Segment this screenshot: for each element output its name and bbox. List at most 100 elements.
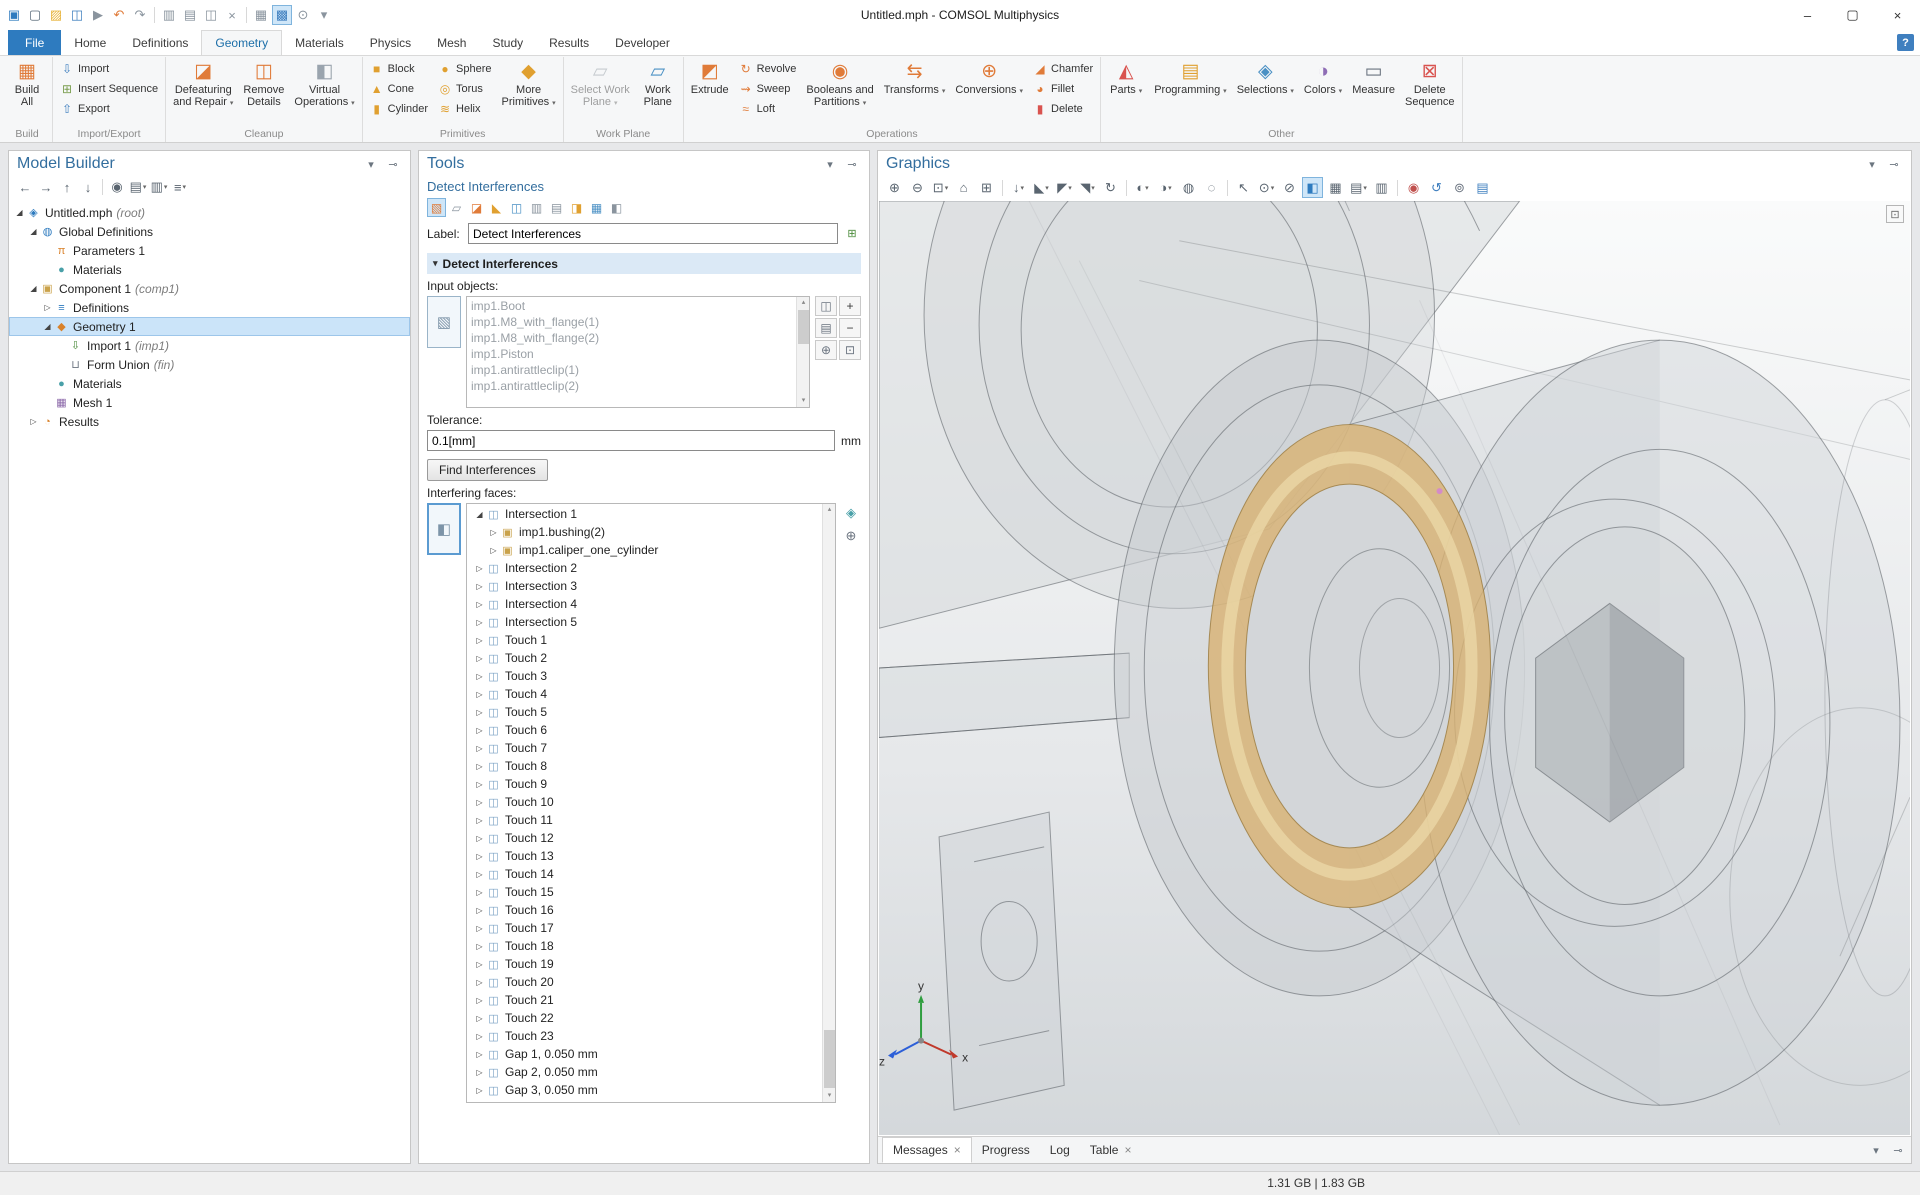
- paste-icon[interactable]: ▤: [180, 5, 200, 25]
- mirror-icon[interactable]: ◧: [607, 198, 626, 217]
- copy-icon[interactable]: ▥: [159, 5, 179, 25]
- face-touch-10[interactable]: ▷◫Touch 10: [469, 793, 821, 811]
- face-intersection-2[interactable]: ▷◫Intersection 2: [469, 559, 821, 577]
- input-object-imp1-antirattleclip-2[interactable]: imp1.antirattleclip(2): [471, 378, 795, 394]
- pin-panel-icon[interactable]: ⊸: [1889, 1141, 1907, 1159]
- open-file-icon[interactable]: ▨: [46, 5, 66, 25]
- conversions-button[interactable]: ⊕Conversions ▾: [950, 57, 1028, 98]
- expander-icon[interactable]: ◢: [473, 510, 486, 519]
- zoom-to-selection-icon[interactable]: ⊕: [815, 340, 837, 360]
- face-intersection-1[interactable]: ◢◫Intersection 1: [469, 505, 821, 523]
- collapse-panel-icon[interactable]: ▾: [821, 155, 839, 173]
- tab-results[interactable]: Results: [536, 30, 602, 55]
- face-touch-2[interactable]: ▷◫Touch 2: [469, 649, 821, 667]
- back-icon[interactable]: ←: [15, 177, 35, 197]
- work-plane-button[interactable]: ▱WorkPlane: [635, 57, 681, 108]
- torus-button[interactable]: ◎Torus: [433, 79, 496, 99]
- volume-check-icon[interactable]: ◪: [467, 198, 486, 217]
- face-touch-17[interactable]: ▷◫Touch 17: [469, 919, 821, 937]
- zoom-window-icon[interactable]: ⊙: [293, 5, 313, 25]
- block-button[interactable]: ■Block: [365, 59, 433, 79]
- input-object-imp1-m8-with-flange-2[interactable]: imp1.M8_with_flange(2): [471, 330, 795, 346]
- model-tree-settings-icon[interactable]: ≡▾: [170, 177, 190, 197]
- zx-view-icon[interactable]: ◥▾: [1077, 177, 1098, 198]
- expander-icon[interactable]: ▷: [473, 996, 486, 1005]
- expander-icon[interactable]: ▷: [473, 582, 486, 591]
- expander-icon[interactable]: ◢: [13, 208, 26, 217]
- face-intersection-4[interactable]: ▷◫Intersection 4: [469, 595, 821, 613]
- selections-button[interactable]: ◈Selections ▾: [1232, 57, 1299, 98]
- export-button[interactable]: ⇧Export: [55, 99, 163, 119]
- select-work-plane-button[interactable]: ▱Select WorkPlane ▾: [566, 57, 635, 110]
- select-in-graphics-icon[interactable]: ◈: [841, 503, 861, 523]
- zoom-out-icon[interactable]: ⊖: [907, 177, 928, 198]
- expander-icon[interactable]: ▷: [487, 546, 500, 555]
- split-faces-icon[interactable]: ◫: [507, 198, 526, 217]
- desktop-layout-icon[interactable]: ▩: [272, 5, 292, 25]
- node-materials[interactable]: ●Materials: [9, 260, 410, 279]
- close-icon[interactable]: ×: [1875, 0, 1920, 30]
- pair-icon[interactable]: ◨: [567, 198, 586, 217]
- scroll-down-icon[interactable]: ▾: [823, 1090, 836, 1102]
- expander-icon[interactable]: ◢: [27, 227, 40, 236]
- more-primitives-button[interactable]: ◆MorePrimitives ▾: [497, 57, 561, 110]
- run-icon[interactable]: ▶: [88, 5, 108, 25]
- tab-home[interactable]: Home: [61, 30, 119, 55]
- face-touch-1[interactable]: ▷◫Touch 1: [469, 631, 821, 649]
- face-touch-21[interactable]: ▷◫Touch 21: [469, 991, 821, 1009]
- show-mesh-icon[interactable]: ▤▾: [1348, 177, 1369, 198]
- reset-view-icon[interactable]: ↺: [1426, 177, 1447, 198]
- face-gap-2-0-050-mm[interactable]: ▷◫Gap 2, 0.050 mm: [469, 1063, 821, 1081]
- loft-button[interactable]: ≈Loft: [734, 99, 802, 119]
- face-touch-7[interactable]: ▷◫Touch 7: [469, 739, 821, 757]
- section-detect-interferences[interactable]: ▾ Detect Interferences: [427, 253, 861, 274]
- face-touch-14[interactable]: ▷◫Touch 14: [469, 865, 821, 883]
- helix-button[interactable]: ≋Helix: [433, 99, 496, 119]
- tab-mesh[interactable]: Mesh: [424, 30, 479, 55]
- duplicate-icon[interactable]: ◫: [201, 5, 221, 25]
- detach-window-icon[interactable]: ⊡: [1886, 205, 1904, 223]
- tab-developer[interactable]: Developer: [602, 30, 683, 55]
- expander-icon[interactable]: ▷: [473, 960, 486, 969]
- rotate-view-icon[interactable]: ↻: [1100, 177, 1121, 198]
- expander-icon[interactable]: ▷: [473, 816, 486, 825]
- row-icon[interactable]: ▤: [547, 198, 566, 217]
- table-window-icon[interactable]: ▦: [251, 5, 271, 25]
- delete-icon[interactable]: ×: [222, 5, 242, 25]
- scene-light-icon[interactable]: ◐▾: [1132, 177, 1153, 198]
- node-import-1[interactable]: ⇩Import 1(imp1): [9, 336, 410, 355]
- column-icon[interactable]: ▥: [527, 198, 546, 217]
- insert-sequence-button[interactable]: ⊞Insert Sequence: [55, 79, 163, 99]
- node-materials[interactable]: ●Materials: [9, 374, 410, 393]
- undo-icon[interactable]: ↶: [109, 5, 129, 25]
- import-button[interactable]: ⇩Import: [55, 59, 163, 79]
- node-form-union[interactable]: ⊔Form Union(fin): [9, 355, 410, 374]
- paste-selection-icon[interactable]: ▤: [815, 318, 837, 338]
- face-imp1-bushing-2[interactable]: ▷▣imp1.bushing(2): [469, 523, 821, 541]
- expander-icon[interactable]: ▷: [473, 924, 486, 933]
- expander-icon[interactable]: ▷: [473, 852, 486, 861]
- expander-icon[interactable]: ▷: [473, 780, 486, 789]
- expander-icon[interactable]: ▷: [473, 942, 486, 951]
- expand-all-icon[interactable]: ▥▾: [149, 177, 169, 197]
- tab-file[interactable]: File: [8, 30, 61, 55]
- node-component-1[interactable]: ◢▣Component 1(comp1): [9, 279, 410, 298]
- face-touch-6[interactable]: ▷◫Touch 6: [469, 721, 821, 739]
- expander-icon[interactable]: ▷: [473, 654, 486, 663]
- expander-icon[interactable]: ▷: [473, 708, 486, 717]
- node-global-definitions[interactable]: ◢◍Global Definitions: [9, 222, 410, 241]
- face-touch-23[interactable]: ▷◫Touch 23: [469, 1027, 821, 1045]
- qat-more-icon[interactable]: ▾: [314, 5, 334, 25]
- remove-from-selection-icon[interactable]: −: [839, 318, 861, 338]
- face-gap-3-0-050-mm[interactable]: ▷◫Gap 3, 0.050 mm: [469, 1081, 821, 1099]
- face-intersection-3[interactable]: ▷◫Intersection 3: [469, 577, 821, 595]
- tab-log[interactable]: Log: [1040, 1137, 1080, 1163]
- expander-icon[interactable]: ▷: [473, 798, 486, 807]
- scroll-down-icon[interactable]: ▾: [797, 395, 810, 407]
- add-to-selection-icon[interactable]: +: [839, 296, 861, 316]
- node-untitled-mph[interactable]: ◢◈Untitled.mph(root): [9, 203, 410, 222]
- view-table-icon[interactable]: ▥: [1371, 177, 1392, 198]
- cylinder-button[interactable]: ▮Cylinder: [365, 99, 433, 119]
- face-touch-3[interactable]: ▷◫Touch 3: [469, 667, 821, 685]
- expander-icon[interactable]: ▷: [473, 888, 486, 897]
